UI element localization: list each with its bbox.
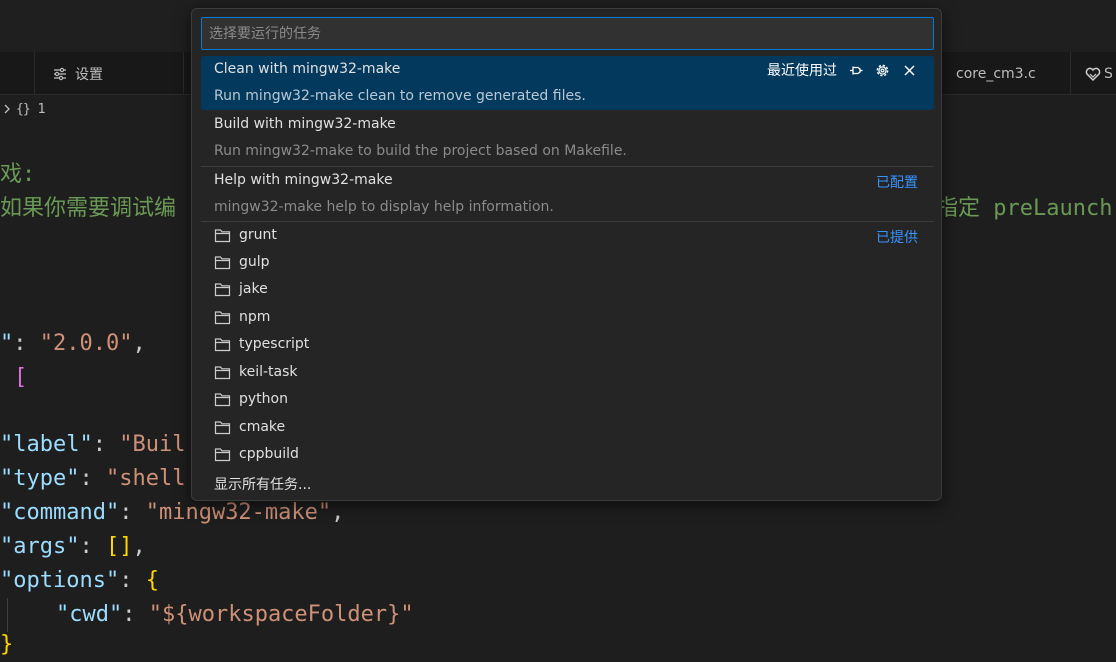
- task-item-label: Build with mingw32-make: [214, 116, 396, 132]
- task-folder-typescript[interactable]: typescript: [201, 331, 934, 358]
- task-folder-python[interactable]: python: [201, 386, 934, 413]
- code-comment-line-1: 戏:: [0, 162, 36, 187]
- provided-badge: 已提供: [876, 230, 918, 246]
- folder-icon: [214, 338, 231, 352]
- task-item-description: mingw32-make help to display help inform…: [214, 199, 554, 215]
- close-icon[interactable]: [901, 62, 918, 79]
- folder-icon: [214, 366, 231, 380]
- tab-core-cm3[interactable]: core_cm3.c: [935, 52, 1069, 95]
- code-line-version: ": "2.0.0",: [0, 331, 146, 356]
- tab-partial-label: S: [1104, 65, 1113, 82]
- folder-icon: [214, 448, 231, 462]
- code-line-closing: }: [0, 632, 14, 657]
- folder-label: npm: [239, 309, 271, 325]
- show-all-tasks-label: 显示所有任务...: [214, 477, 312, 493]
- task-folder-npm[interactable]: npm: [201, 304, 934, 331]
- task-item-label: Clean with mingw32-make: [214, 61, 401, 77]
- folder-label: gulp: [239, 254, 270, 270]
- folder-label: cppbuild: [239, 446, 299, 462]
- tab-partial[interactable]: S: [1070, 52, 1116, 95]
- folder-label: jake: [239, 281, 268, 297]
- code-line-args: "args": [],: [0, 534, 146, 559]
- task-folder-keil-task[interactable]: keil-task: [201, 359, 934, 386]
- code-line-type: "type": "shell: [0, 466, 186, 491]
- code-line-cwd: "cwd": "${workspaceFolder}": [56, 602, 414, 627]
- code-line-tasks-bracket: [: [14, 365, 28, 390]
- folder-label: cmake: [239, 419, 286, 435]
- folder-label: python: [239, 391, 288, 407]
- code-line-label: "label": "Buil: [0, 432, 186, 457]
- folder-label: keil-task: [239, 364, 298, 380]
- tab-core-cm3-label: core_cm3.c: [956, 65, 1036, 82]
- show-all-tasks[interactable]: 显示所有任务...: [201, 469, 934, 496]
- settings-list-icon: [54, 67, 66, 80]
- folder-label: grunt: [239, 227, 277, 243]
- task-folder-grunt[interactable]: grunt 已提供: [201, 222, 934, 249]
- task-folder-gulp[interactable]: gulp: [201, 249, 934, 276]
- chevron-right-icon: [4, 104, 10, 114]
- folder-icon: [214, 311, 231, 325]
- task-search-input[interactable]: [201, 17, 934, 50]
- gear-icon[interactable]: [874, 62, 891, 79]
- folder-icon: [214, 393, 231, 407]
- task-item-description: Run mingw32-make clean to remove generat…: [214, 88, 586, 104]
- pin-icon[interactable]: [847, 62, 864, 79]
- tab-settings-label: 设置: [75, 66, 103, 83]
- breadcrumb-object-icon[interactable]: {}: [16, 102, 31, 117]
- folder-icon: [214, 283, 231, 297]
- folder-icon: [214, 229, 231, 243]
- task-item-clean[interactable]: Clean with mingw32-make Run mingw32-make…: [201, 56, 934, 110]
- heart-icon: [1085, 67, 1101, 81]
- folder-icon: [214, 421, 231, 435]
- breadcrumb-count[interactable]: 1: [38, 102, 46, 117]
- code-comment-line-2-right: 指定 preLaunch: [936, 196, 1113, 221]
- code-comment-line-2: 如果你需要调试编: [0, 196, 177, 221]
- code-line-options: "options": {: [0, 568, 159, 593]
- task-item-help[interactable]: Help with mingw32-make 已配置 mingw32-make …: [201, 167, 934, 221]
- task-folder-cppbuild[interactable]: cppbuild: [201, 441, 934, 468]
- recently-used-label: 最近使用过: [767, 63, 837, 79]
- folder-label: typescript: [239, 336, 310, 352]
- breadcrumb: {} 1: [0, 98, 46, 120]
- task-item-label: Help with mingw32-make: [214, 172, 393, 188]
- quick-pick: Clean with mingw32-make Run mingw32-make…: [191, 8, 942, 501]
- tab-settings[interactable]: 设置: [34, 52, 184, 95]
- indent-guide: [7, 598, 8, 632]
- task-item-actions: 最近使用过: [767, 56, 918, 84]
- task-folder-jake[interactable]: jake: [201, 276, 934, 303]
- folder-icon: [214, 256, 231, 270]
- task-item-build[interactable]: Build with mingw32-make Run mingw32-make…: [201, 111, 934, 165]
- code-line-command: "command": "mingw32-make",: [0, 500, 345, 525]
- task-folder-cmake[interactable]: cmake: [201, 414, 934, 441]
- task-item-description: Run mingw32-make to build the project ba…: [214, 143, 627, 159]
- configured-badge: 已配置: [876, 175, 918, 191]
